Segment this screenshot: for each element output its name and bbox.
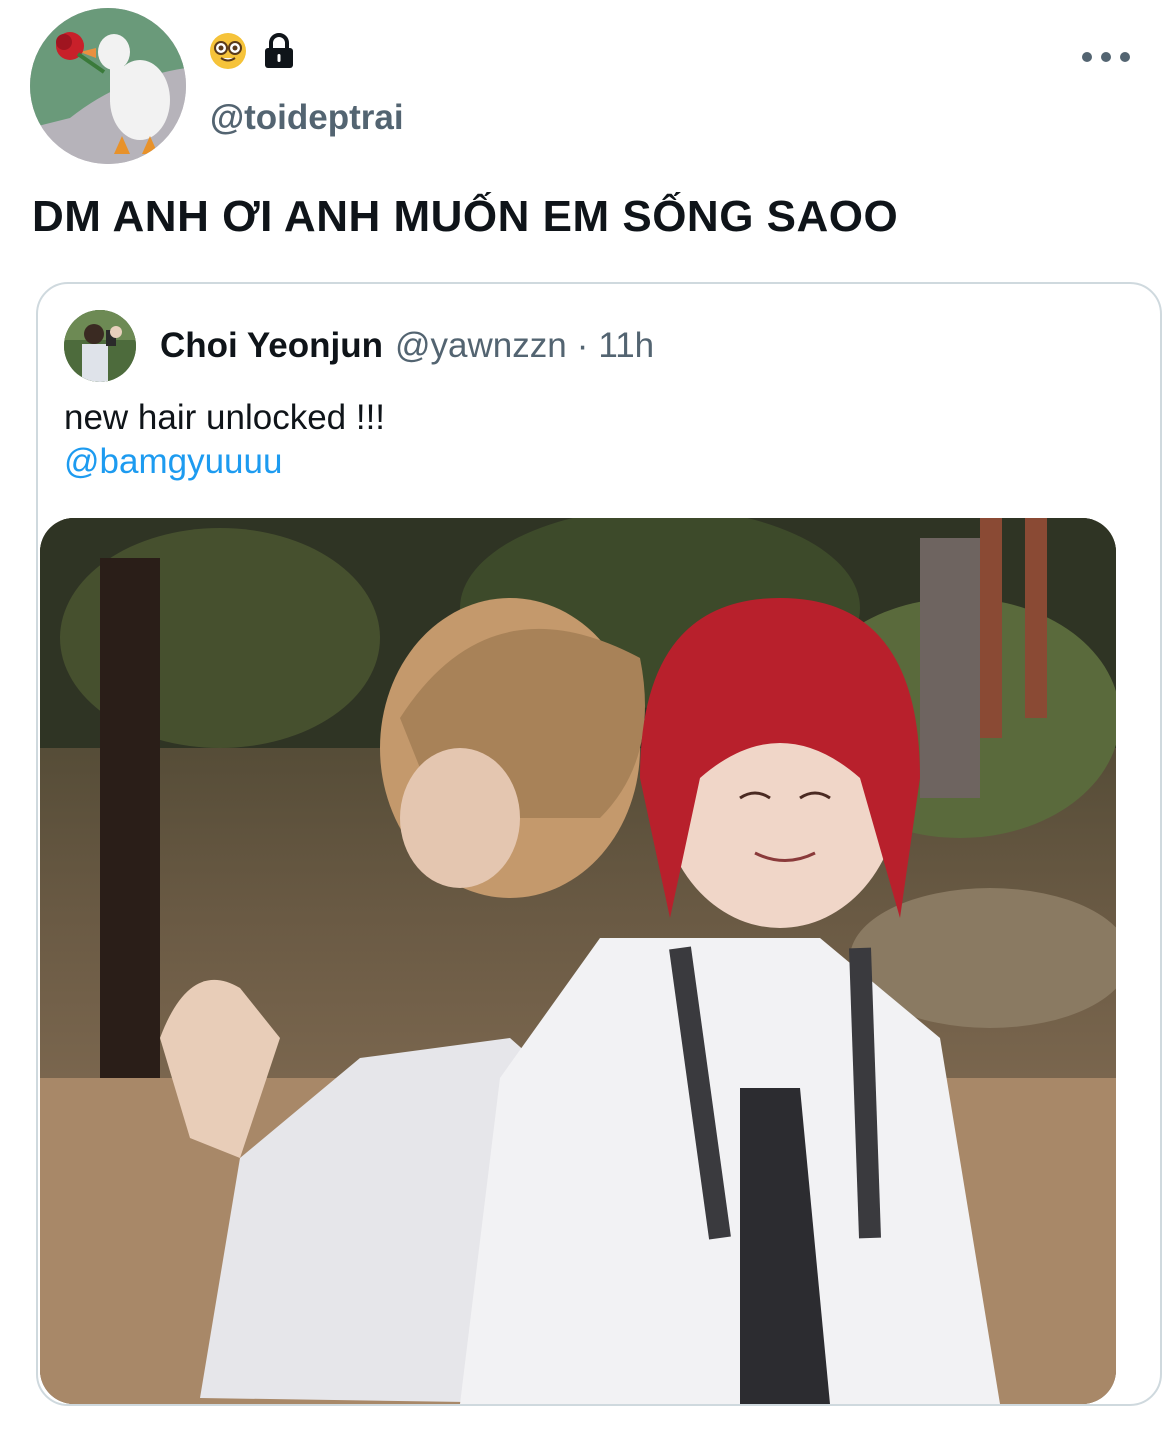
quoted-handle[interactable]: @yawnzzn <box>395 326 567 366</box>
goose-avatar-icon <box>30 8 186 164</box>
lock-icon <box>262 32 296 70</box>
author-avatar[interactable] <box>30 8 186 164</box>
quoted-display-name[interactable]: Choi Yeonjun <box>160 326 383 366</box>
quoted-tweet-text: new hair unlocked !!! <box>64 398 386 437</box>
more-dot-icon <box>1082 52 1092 62</box>
quoted-tweet-header: Choi Yeonjun @yawnzzn · 11h <box>160 326 654 366</box>
author-badges <box>210 32 296 70</box>
more-dot-icon <box>1101 52 1111 62</box>
person-photo-avatar-icon <box>64 310 136 382</box>
tweet[interactable]: @toideptrai DM ANH ƠI ANH MUỐN EM SỐNG S… <box>0 0 1170 1432</box>
quoted-timestamp[interactable]: 11h <box>598 326 654 366</box>
photo-two-students-icon <box>40 518 1116 1404</box>
more-options-button[interactable] <box>1082 42 1130 72</box>
separator-dot: · <box>576 326 589 365</box>
nerd-face-emoji-icon <box>210 33 246 69</box>
more-dot-icon <box>1120 52 1130 62</box>
author-handle[interactable]: @toideptrai <box>210 98 404 138</box>
quoted-tweet-photo[interactable] <box>40 518 1116 1404</box>
quoted-tweet-card[interactable]: Choi Yeonjun @yawnzzn · 11h new hair unl… <box>36 282 1162 1406</box>
quoted-author-avatar[interactable] <box>64 310 136 382</box>
tweet-text: DM ANH ƠI ANH MUỐN EM SỐNG SAOO <box>32 192 899 241</box>
mention-link[interactable]: @bamgyuuuu <box>64 440 282 484</box>
